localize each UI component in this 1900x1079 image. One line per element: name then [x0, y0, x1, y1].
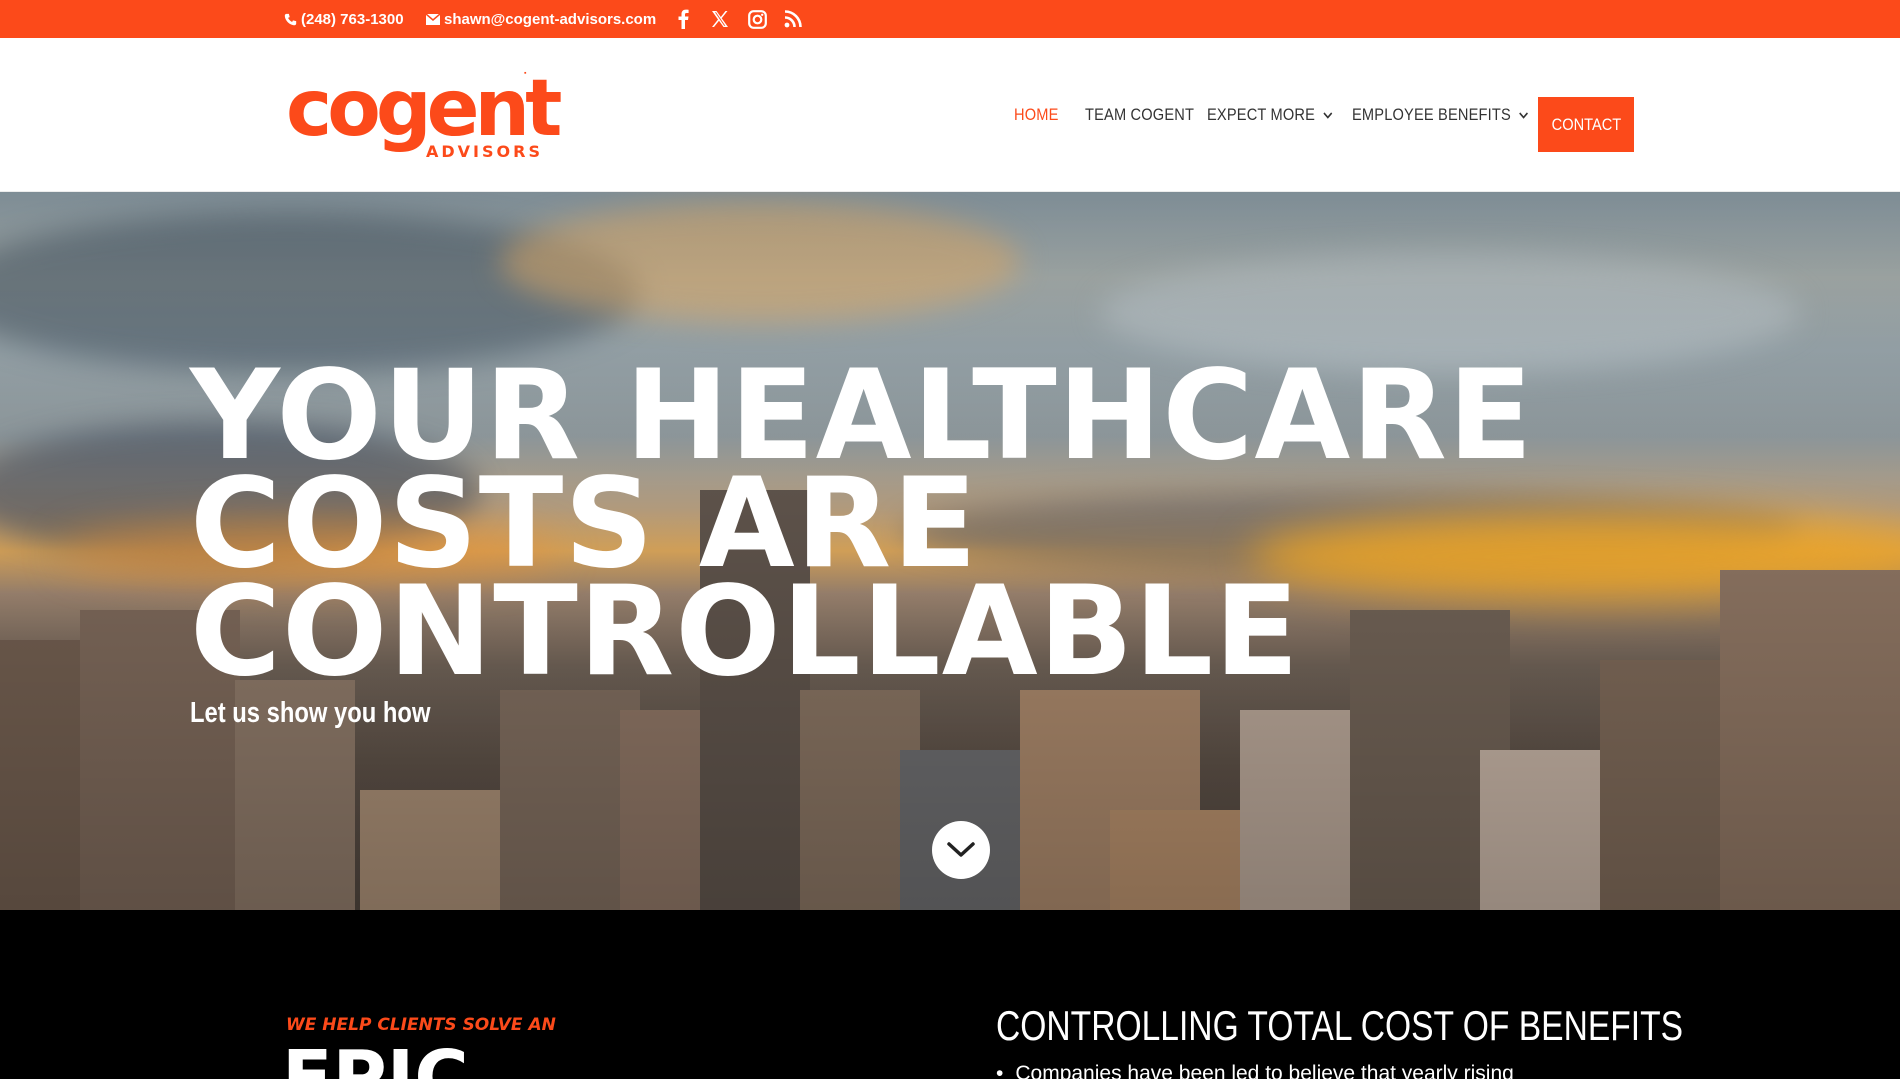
email-link[interactable]: shawn@cogent-advisors.com — [426, 0, 656, 38]
contact-label: CONTACT — [1551, 114, 1621, 134]
rss-icon[interactable] — [780, 0, 806, 38]
phone-number: (248) 763-1300 — [301, 10, 404, 28]
contact-button[interactable]: CONTACT — [1538, 97, 1634, 152]
nav-expect-more[interactable]: EXPECT MORE — [1207, 38, 1332, 192]
chevron-down-icon — [1518, 111, 1528, 119]
logo-subtitle: ADVISORS — [426, 142, 543, 161]
phone-icon — [284, 13, 297, 25]
top-bar: (248) 763-1300 shawn@cogent-advisors.com — [0, 0, 1900, 38]
section-title: CONTROLLING TOTAL COST OF BENEFITS — [996, 1002, 1684, 1049]
logo-wordmark: cogent — [286, 64, 562, 154]
nav-home-label: HOME — [1014, 105, 1059, 124]
email-address: shawn@cogent-advisors.com — [444, 10, 657, 28]
hero-headline: YOUR HEALTHCARE COSTS ARE CONTROLLABLE — [190, 354, 1690, 704]
chevron-down-icon — [947, 842, 975, 857]
nav-benefits-label: EMPLOYEE BENEFITS — [1352, 105, 1511, 124]
nav-home[interactable]: HOME — [1014, 38, 1059, 192]
intro-section: WE HELP CLIENTS SOLVE AN EPIC CONTROLLIN… — [0, 910, 1900, 1079]
hero-subhead: Let us show you how — [190, 697, 431, 729]
headline-line-3: CONTROLLABLE — [190, 560, 1300, 704]
section-bullet: Companies have been led to believe that … — [996, 1062, 1513, 1079]
hero-banner: YOUR HEALTHCARE COSTS ARE CONTROLLABLE L… — [0, 192, 1900, 910]
facebook-icon[interactable] — [670, 0, 696, 38]
cogent-logo[interactable]: cogent ADVISORS ▪ — [286, 70, 562, 165]
x-icon[interactable] — [707, 0, 733, 38]
instagram-icon[interactable] — [744, 0, 770, 38]
nav-team-cogent[interactable]: TEAM COGENT — [1085, 38, 1194, 192]
chevron-down-icon — [1323, 111, 1332, 119]
phone-link[interactable]: (248) 763-1300 — [284, 0, 404, 38]
nav-team-label: TEAM COGENT — [1085, 105, 1195, 124]
section-big-word: EPIC — [282, 1035, 469, 1079]
nav-expect-label: EXPECT MORE — [1207, 105, 1316, 124]
nav-employee-benefits[interactable]: EMPLOYEE BENEFITS — [1352, 38, 1528, 192]
logo-trademark-mark: ▪ — [524, 70, 527, 77]
site-header: cogent ADVISORS ▪ HOME TEAM COGENT EXPEC… — [0, 38, 1900, 192]
section-eyebrow: WE HELP CLIENTS SOLVE AN — [286, 1015, 556, 1035]
mail-icon — [426, 13, 440, 25]
scroll-down-button[interactable] — [932, 821, 990, 879]
